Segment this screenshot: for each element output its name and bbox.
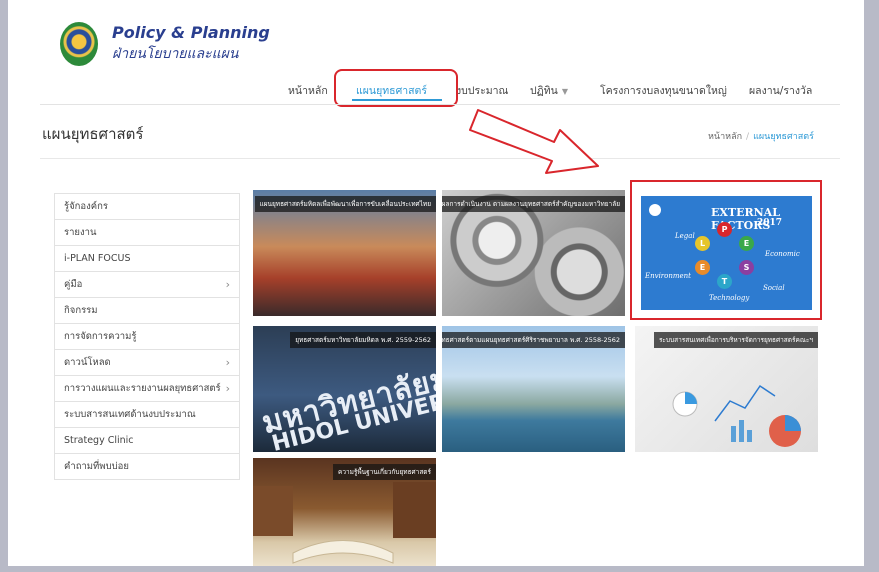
tile-caption: ความรู้พื้นฐานเกี่ยวกับยุทธศาสตร์	[332, 464, 436, 480]
breadcrumb-current: แผนยุทธศาสตร์	[753, 132, 814, 142]
nav-awards[interactable]: ผลงาน/รางวัล	[749, 82, 812, 99]
chevron-right-icon: ›	[225, 278, 230, 291]
sidebar-item-label: การวางแผนและรายงานผลยุทธศาสตร์	[64, 383, 221, 394]
tile-highlight-box	[630, 180, 822, 320]
sidebar-item-knowledge[interactable]: การจัดการความรู้	[54, 324, 240, 350]
sidebar-item-label: การจัดการความรู้	[64, 331, 137, 342]
sidebar-item-activities[interactable]: กิจกรรม	[54, 298, 240, 324]
university-seal-icon	[60, 22, 98, 66]
breadcrumb: หน้าหลัก / แผนยุทธศาสตร์	[708, 129, 814, 143]
tile-caption: ยุทธศาสตร์มหาวิทยาลัยมหิดล พ.ศ. 2559-256…	[290, 332, 436, 348]
sidebar-menu: รู้จักองค์กร รายงาน i-PLAN FOCUS คู่มือ ›…	[54, 193, 240, 480]
nav-big-projects[interactable]: โครงการงบลงทุนขนาดใหญ่	[600, 82, 727, 99]
sidebar-item-faq[interactable]: คำถามที่พบบ่อย	[54, 454, 240, 480]
nav-highlight-box	[334, 69, 458, 107]
page: Policy & Planning ฝ่ายนโยบายและแผน หน้าห…	[8, 0, 864, 566]
tile-caption: ยุทธศาสตร์ตามแผนยุทธศาสตร์ศิริราชพยาบาล …	[442, 332, 625, 348]
sidebar-item-budget-info[interactable]: ระบบสารสนเทศด้านงบประมาณ	[54, 402, 240, 428]
chevron-right-icon: ›	[225, 356, 230, 369]
chevron-right-icon: ›	[225, 382, 230, 395]
tile-siriraj-strategy[interactable]: ยุทธศาสตร์ตามแผนยุทธศาสตร์ศิริราชพยาบาล …	[442, 326, 625, 452]
tile-performance[interactable]: ผลการดำเนินงาน ตามผลงานยุทธศาสตร์สำคัญขอ…	[442, 190, 625, 316]
sidebar-item-label: คู่มือ	[64, 279, 83, 290]
nav-calendar-label: ปฏิทิน	[530, 85, 558, 97]
breadcrumb-home[interactable]: หน้าหลัก	[708, 132, 742, 142]
divider	[40, 104, 840, 105]
site-logo[interactable]: Policy & Planning ฝ่ายนโยบายและแผน	[60, 20, 270, 70]
sidebar-item-label: i-PLAN FOCUS	[64, 253, 131, 264]
sidebar-item-label: กิจกรรม	[64, 305, 98, 316]
sidebar-item-about[interactable]: รู้จักองค์กร	[54, 194, 240, 220]
sidebar-item-label: ดาวน์โหลด	[64, 357, 111, 368]
nav-calendar[interactable]: ปฏิทิน ▼	[530, 82, 568, 99]
tile-caption: ระบบสารสนเทศเพื่อการบริหารจัดการยุทธศาสต…	[653, 332, 818, 348]
divider	[40, 158, 840, 159]
sidebar-item-label: คำถามที่พบบ่อย	[64, 461, 129, 472]
breadcrumb-separator: /	[746, 132, 750, 142]
chevron-down-icon: ▼	[561, 87, 568, 96]
sidebar-item-iplan-focus[interactable]: i-PLAN FOCUS	[54, 246, 240, 272]
sidebar-item-downloads[interactable]: ดาวน์โหลด ›	[54, 350, 240, 376]
sidebar-item-reports[interactable]: รายงาน	[54, 220, 240, 246]
tile-info-system[interactable]: ระบบสารสนเทศเพื่อการบริหารจัดการยุทธศาสต…	[635, 326, 818, 452]
sidebar-item-strategy-clinic[interactable]: Strategy Clinic	[54, 428, 240, 454]
nav-budget[interactable]: งบประมาณ	[456, 82, 508, 99]
sidebar-item-manuals[interactable]: คู่มือ ›	[54, 272, 240, 298]
nav-home[interactable]: หน้าหลัก	[288, 82, 328, 99]
tile-caption: แผนยุทธศาสตร์มหิดลเพื่อพัฒนาเพื่อการขับเ…	[254, 196, 436, 212]
tile-university-strategy[interactable]: มหาวิทยาลัยมหิดล HIDOL UNIVERSITY ยุทธศา…	[253, 326, 436, 452]
sidebar-item-label: รายงาน	[64, 227, 97, 238]
sidebar-item-label: รู้จักองค์กร	[64, 201, 108, 212]
logo-title: Policy & Planning	[112, 23, 270, 42]
sidebar-item-label: Strategy Clinic	[64, 435, 134, 446]
tile-strategy-plan[interactable]: แผนยุทธศาสตร์มหิดลเพื่อพัฒนาเพื่อการขับเ…	[253, 190, 436, 316]
tile-strategy-knowledge[interactable]: ความรู้พื้นฐานเกี่ยวกับยุทธศาสตร์	[253, 458, 436, 566]
page-title: แผนยุทธศาสตร์	[42, 125, 144, 143]
tile-caption: ผลการดำเนินงาน ตามผลงานยุทธศาสตร์สำคัญขอ…	[442, 196, 625, 212]
sidebar-item-label: ระบบสารสนเทศด้านงบประมาณ	[64, 409, 196, 420]
logo-subtitle: ฝ่ายนโยบายและแผน	[112, 46, 239, 62]
sidebar-item-planning[interactable]: การวางแผนและรายงานผลยุทธศาสตร์ ›	[54, 376, 240, 402]
